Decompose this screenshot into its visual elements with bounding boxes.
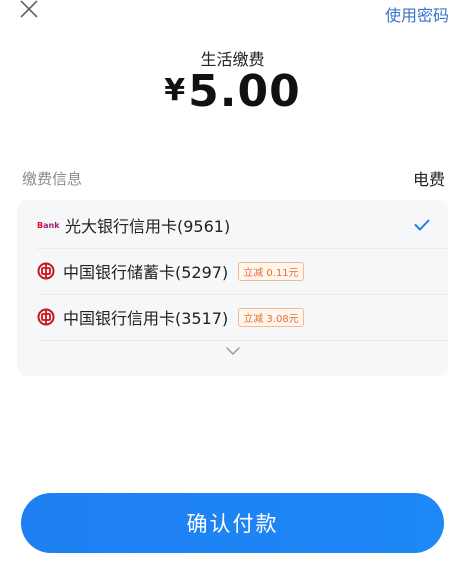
- payment-info-row: 缴费信息 电费: [22, 166, 445, 190]
- currency-symbol: ¥: [164, 73, 187, 108]
- ceb-bank-logo: Bank: [37, 220, 60, 230]
- promo-badge: 立减 3.08元: [238, 307, 304, 327]
- selected-check-icon: [414, 216, 430, 235]
- amount-value: 5.00: [188, 66, 301, 117]
- use-password-link[interactable]: 使用密码: [385, 2, 449, 26]
- boc-bank-logo: [37, 308, 55, 326]
- boc-bank-logo: [37, 262, 55, 280]
- card-name: 中国银行储蓄卡(5297): [63, 263, 229, 282]
- expand-more-button[interactable]: [17, 346, 448, 356]
- payment-info-label: 缴费信息: [22, 169, 83, 188]
- card-item-boc-debit[interactable]: 中国银行储蓄卡(5297) 立减 0.11元: [17, 248, 448, 294]
- confirm-payment-button[interactable]: 确认付款: [21, 493, 444, 553]
- divider: [37, 340, 448, 341]
- promo-badge: 立减 0.11元: [238, 261, 304, 281]
- card-name: 中国银行信用卡(3517): [63, 309, 229, 328]
- card-item-boc-credit[interactable]: 中国银行信用卡(3517) 立减 3.08元: [17, 294, 448, 340]
- card-item-ceb-credit[interactable]: Bank 光大银行信用卡(9561): [17, 202, 448, 248]
- payment-amount: ¥5.00: [0, 66, 465, 117]
- card-list: Bank 光大银行信用卡(9561) 中国银行储蓄卡(5297) 立减 0.11…: [17, 200, 448, 376]
- payment-info-value: 电费: [412, 170, 445, 189]
- close-icon: [20, 0, 38, 18]
- card-name: 光大银行信用卡(9561): [65, 217, 231, 236]
- chevron-down-icon: [225, 347, 240, 355]
- close-button[interactable]: [18, 0, 40, 22]
